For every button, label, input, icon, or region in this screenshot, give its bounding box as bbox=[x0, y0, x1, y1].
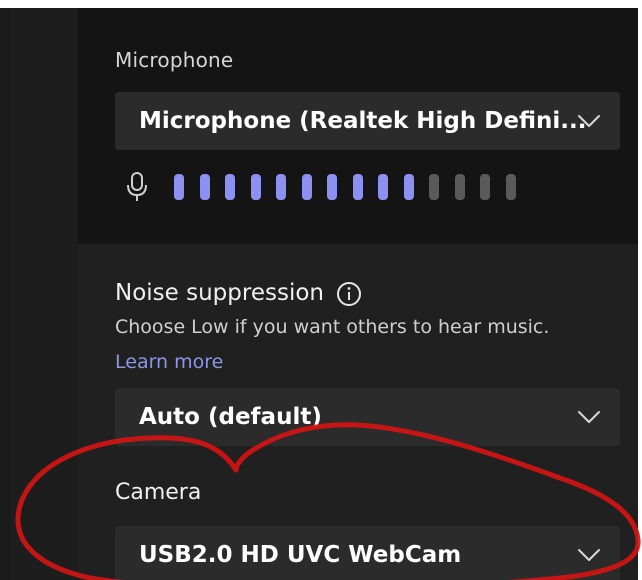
mic-level-meter bbox=[174, 168, 554, 204]
mic-level-bar bbox=[174, 174, 184, 200]
device-settings-panel: Microphone Microphone (Realtek High Defi… bbox=[78, 8, 638, 580]
mic-level-bar bbox=[199, 174, 210, 200]
mic-level-bar bbox=[378, 174, 388, 200]
mic-level-bar bbox=[327, 174, 337, 200]
noise-suppression-label: Noise suppression bbox=[115, 280, 324, 306]
left-panel bbox=[10, 8, 78, 580]
mic-level-bar bbox=[480, 174, 490, 200]
microphone-section: Microphone Microphone (Realtek High Defi… bbox=[78, 8, 638, 244]
microphone-selected-value: Microphone (Realtek High Defini... bbox=[139, 108, 587, 134]
mic-icon bbox=[127, 172, 147, 201]
chevron-down-icon bbox=[578, 115, 600, 127]
learn-more-link[interactable]: Learn more bbox=[115, 351, 223, 373]
mic-level-bar bbox=[403, 174, 414, 200]
info-icon[interactable] bbox=[336, 281, 362, 307]
settings-window: Microphone Microphone (Realtek High Defi… bbox=[0, 8, 638, 580]
mic-level-bar bbox=[429, 174, 439, 200]
camera-dropdown[interactable]: USB2.0 HD UVC WebCam bbox=[115, 526, 620, 580]
noise-suppression-hint: Choose Low if you want others to hear mu… bbox=[115, 316, 550, 338]
microphone-dropdown[interactable]: Microphone (Realtek High Defini... bbox=[115, 92, 620, 150]
mic-level-bar bbox=[352, 174, 363, 200]
microphone-label: Microphone bbox=[115, 48, 234, 72]
left-rail bbox=[0, 8, 10, 580]
mic-level-bar bbox=[454, 174, 465, 200]
camera-selected-value: USB2.0 HD UVC WebCam bbox=[139, 542, 462, 568]
mic-level-bar bbox=[505, 174, 516, 200]
mic-level-bar bbox=[276, 174, 286, 200]
chevron-down-icon bbox=[578, 411, 600, 423]
mic-level-bar bbox=[225, 174, 235, 200]
noise-suppression-selected-value: Auto (default) bbox=[139, 404, 322, 430]
noise-suppression-dropdown[interactable]: Auto (default) bbox=[115, 388, 620, 446]
camera-label: Camera bbox=[115, 480, 202, 505]
mic-level-bar bbox=[250, 174, 261, 200]
chevron-down-icon bbox=[578, 549, 600, 561]
mic-level-bar bbox=[301, 174, 312, 200]
